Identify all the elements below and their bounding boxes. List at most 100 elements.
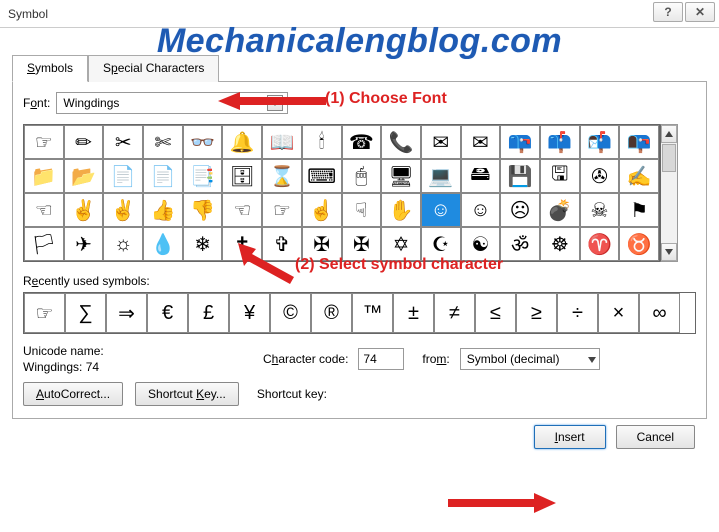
symbol-cell[interactable]: ✉ xyxy=(421,125,461,159)
symbol-cell[interactable]: ♈ xyxy=(580,227,620,261)
scroll-down-icon[interactable] xyxy=(661,243,677,261)
symbol-cell[interactable]: ☺ xyxy=(461,193,501,227)
scroll-up-icon[interactable] xyxy=(661,125,677,143)
symbol-cell[interactable]: ☜ xyxy=(24,193,64,227)
symbol-cell[interactable]: ❄ xyxy=(183,227,223,261)
symbol-cell[interactable]: 📄 xyxy=(143,159,183,193)
recent-symbol-cell[interactable]: × xyxy=(598,293,639,333)
shortcut-key-button[interactable]: Shortcut Key... xyxy=(135,382,239,406)
symbol-cell[interactable]: 🖥 xyxy=(381,159,421,193)
symbol-cell[interactable]: 📁 xyxy=(24,159,64,193)
tab-symbols[interactable]: Symbols xyxy=(12,55,88,82)
autocorrect-button[interactable]: AutoCorrect... xyxy=(23,382,123,406)
symbol-cell[interactable]: 📄 xyxy=(103,159,143,193)
recent-symbol-cell[interactable]: © xyxy=(270,293,311,333)
symbol-cell[interactable]: 👍 xyxy=(143,193,183,227)
symbol-cell[interactable]: ⌨ xyxy=(302,159,342,193)
symbol-cell[interactable]: 📪 xyxy=(500,125,540,159)
symbol-cell[interactable]: 🏳 xyxy=(24,227,64,261)
recent-symbol-cell[interactable]: ÷ xyxy=(557,293,598,333)
symbol-cell[interactable]: ⌛ xyxy=(262,159,302,193)
recent-symbol-cell[interactable]: ¥ xyxy=(229,293,270,333)
symbol-cell[interactable]: ☞ xyxy=(24,125,64,159)
symbol-cell[interactable]: ☪ xyxy=(421,227,461,261)
symbol-cell[interactable]: ☞ xyxy=(262,193,302,227)
symbol-cell[interactable]: 🕯 xyxy=(302,125,342,159)
symbol-cell[interactable]: ✝ xyxy=(222,227,262,261)
symbol-cell[interactable]: ✇ xyxy=(580,159,620,193)
symbol-cell[interactable]: ☎ xyxy=(342,125,382,159)
symbol-cell[interactable]: ☠ xyxy=(580,193,620,227)
symbol-cell[interactable]: ✠ xyxy=(342,227,382,261)
charcode-label: Character code: xyxy=(263,352,348,366)
symbol-cell[interactable]: ✌ xyxy=(64,193,104,227)
symbol-cell[interactable]: 👎 xyxy=(183,193,223,227)
symbol-cell[interactable]: ✋ xyxy=(381,193,421,227)
symbol-cell[interactable]: 📞 xyxy=(381,125,421,159)
recent-symbol-cell[interactable]: € xyxy=(147,293,188,333)
symbol-cell[interactable]: 💣 xyxy=(540,193,580,227)
tab-special-characters[interactable]: Special Characters xyxy=(88,55,219,82)
symbol-cell[interactable]: ☟ xyxy=(342,193,382,227)
recent-symbol-cell[interactable]: ® xyxy=(311,293,352,333)
symbol-cell[interactable]: ✌ xyxy=(103,193,143,227)
grid-scrollbar[interactable] xyxy=(660,124,678,262)
from-select[interactable]: Symbol (decimal) xyxy=(460,348,600,370)
symbol-cell[interactable]: 💧 xyxy=(143,227,183,261)
symbol-cell[interactable]: ✏ xyxy=(64,125,104,159)
symbol-cell[interactable]: 📫 xyxy=(540,125,580,159)
recent-label: Recently used symbols: xyxy=(23,274,696,288)
symbol-cell[interactable]: 📭 xyxy=(619,125,659,159)
symbol-cell[interactable]: ♉ xyxy=(619,227,659,261)
symbol-cell[interactable]: ☼ xyxy=(103,227,143,261)
symbol-cell[interactable]: 💻 xyxy=(421,159,461,193)
symbol-cell[interactable]: 📖 xyxy=(262,125,302,159)
recent-symbol-cell[interactable]: ≠ xyxy=(434,293,475,333)
symbol-cell[interactable]: 🔔 xyxy=(222,125,262,159)
symbol-cell[interactable]: 📂 xyxy=(64,159,104,193)
symbol-cell[interactable]: 📑 xyxy=(183,159,223,193)
symbol-cell[interactable]: ✄ xyxy=(143,125,183,159)
close-button[interactable]: ✕ xyxy=(685,2,715,22)
symbol-cell[interactable]: ॐ xyxy=(500,227,540,261)
symbol-cell[interactable]: ⚑ xyxy=(619,193,659,227)
symbol-cell[interactable]: ☝ xyxy=(302,193,342,227)
symbol-cell[interactable]: ☸ xyxy=(540,227,580,261)
recent-symbol-cell[interactable]: ⇒ xyxy=(106,293,147,333)
recent-symbol-cell[interactable]: ∑ xyxy=(65,293,106,333)
help-button[interactable]: ? xyxy=(653,2,683,22)
symbol-cell[interactable]: ✍ xyxy=(619,159,659,193)
symbol-cell[interactable]: 💾 xyxy=(500,159,540,193)
symbol-cell[interactable]: ☺ xyxy=(421,193,461,227)
recent-symbol-cell[interactable]: ∞ xyxy=(639,293,680,333)
recent-symbol-cell[interactable]: ☞ xyxy=(24,293,65,333)
symbol-cell[interactable]: ✠ xyxy=(302,227,342,261)
scroll-thumb[interactable] xyxy=(662,144,676,172)
charcode-input[interactable] xyxy=(358,348,404,370)
font-select[interactable]: Wingdings xyxy=(56,92,288,114)
recent-symbol-cell[interactable]: £ xyxy=(188,293,229,333)
symbol-cell[interactable]: 👓 xyxy=(183,125,223,159)
symbol-cell[interactable]: ✂ xyxy=(103,125,143,159)
tab-symbols-label: ymbols xyxy=(35,61,73,75)
symbol-cell[interactable]: 🖱 xyxy=(342,159,382,193)
symbol-cell[interactable]: 🗄 xyxy=(222,159,262,193)
recent-symbol-cell[interactable]: ≥ xyxy=(516,293,557,333)
symbol-cell[interactable]: ✈ xyxy=(64,227,104,261)
insert-button[interactable]: Insert xyxy=(534,425,606,449)
recent-symbol-cell[interactable]: ± xyxy=(393,293,434,333)
recent-symbol-cell[interactable]: ≤ xyxy=(475,293,516,333)
symbol-cell[interactable]: 🖴 xyxy=(461,159,501,193)
symbol-cell[interactable]: ☯ xyxy=(461,227,501,261)
symbol-cell[interactable]: ✉ xyxy=(461,125,501,159)
recent-symbol-cell[interactable]: ™ xyxy=(352,293,393,333)
chevron-down-icon xyxy=(267,95,283,111)
from-label: from: xyxy=(422,352,449,366)
symbol-cell[interactable]: 🖫 xyxy=(540,159,580,193)
symbol-cell[interactable]: ☹ xyxy=(500,193,540,227)
symbol-cell[interactable]: ✡ xyxy=(381,227,421,261)
symbol-cell[interactable]: 📬 xyxy=(580,125,620,159)
cancel-button[interactable]: Cancel xyxy=(616,425,695,449)
symbol-cell[interactable]: ✞ xyxy=(262,227,302,261)
symbol-cell[interactable]: ☜ xyxy=(222,193,262,227)
